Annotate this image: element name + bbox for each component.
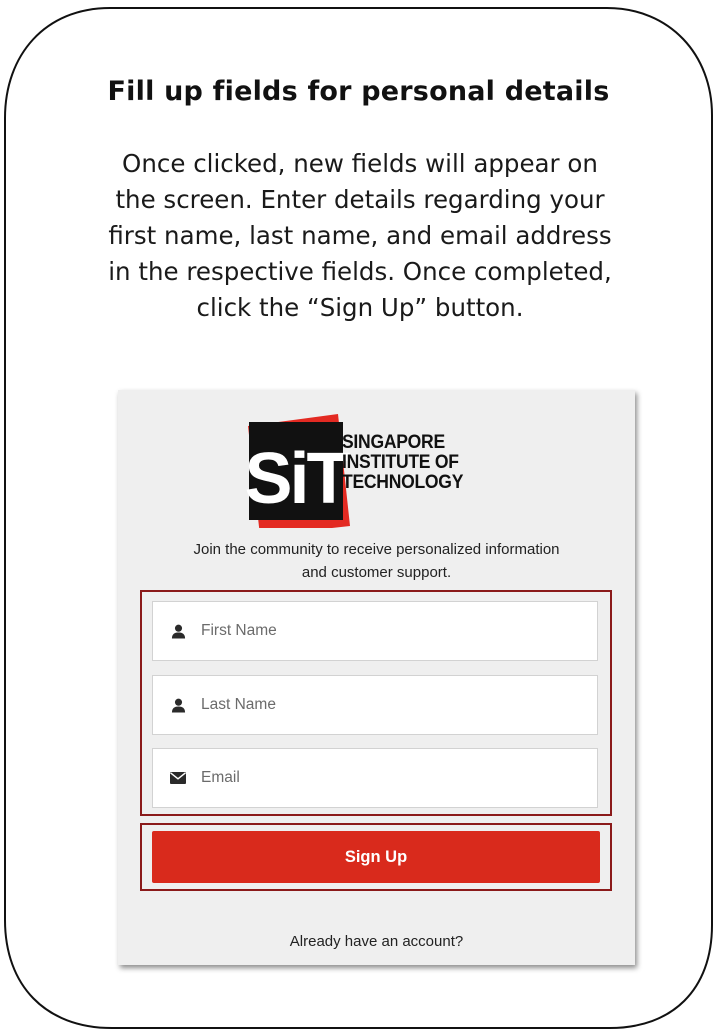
signup-highlight-box: Sign Up [140,823,612,891]
envelope-icon [169,769,187,787]
last-name-field[interactable]: Last Name [152,675,598,735]
first-name-field[interactable]: First Name [152,601,598,661]
logo-name-line: TECHNOLOGY [342,471,464,493]
page-heading: Fill up fields for personal details [107,76,610,107]
logo-name-line: INSTITUTE OF [342,451,459,473]
logo-name: SINGAPORE INSTITUTE OF TECHNOLOGY [342,432,463,492]
fields-highlight-box: First Name Last Name Email [140,590,612,816]
instruction-line: Once clicked, new fields will appear on [122,149,598,178]
signup-card: SiT SINGAPORE INSTITUTE OF TECHNOLOGY Jo… [118,390,635,965]
user-icon [169,696,187,714]
email-placeholder: Email [201,769,240,786]
logo-mark-text: SiT [246,439,351,519]
instruction-line: first name, last name, and email address [108,221,612,250]
first-name-placeholder: First Name [201,622,277,639]
join-intro-line: Join the community to receive personaliz… [193,541,560,558]
sign-up-button[interactable]: Sign Up [152,831,600,883]
instruction-line: the screen. Enter details regarding your [115,185,605,214]
email-field[interactable]: Email [152,748,598,808]
instruction-line: click the “Sign Up” button. [196,293,524,322]
last-name-placeholder: Last Name [201,696,276,713]
instruction-paragraph: Once clicked, new fields will appear on … [40,146,680,326]
instruction-line: in the respective fields. Once completed… [108,257,612,286]
user-icon [169,622,187,640]
already-have-account-link[interactable]: Already have an account? [118,933,635,950]
join-intro-line: and customer support. [301,564,452,581]
join-intro-text: Join the community to receive personaliz… [118,538,635,584]
logo-name-line: SINGAPORE [342,431,445,453]
